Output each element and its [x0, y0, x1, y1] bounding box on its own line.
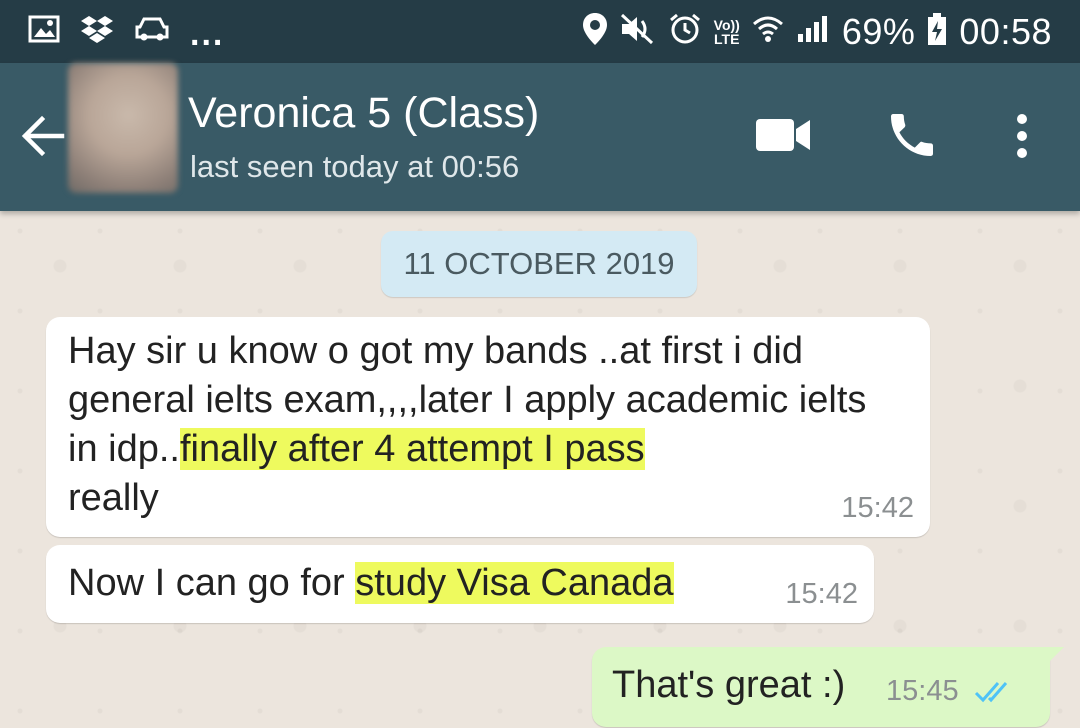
- message-text: Now I can go for study Visa Canada: [68, 559, 674, 608]
- read-receipt-icon: [974, 679, 1018, 705]
- message-timestamp: 15:42: [785, 578, 858, 610]
- message-bubble-incoming[interactable]: Now I can go for study Visa Canada 15:42: [46, 545, 874, 623]
- status-overflow-dots: ...: [190, 15, 225, 53]
- message-text-segment: Now I can go for: [68, 562, 356, 604]
- status-clock: 00:58: [959, 10, 1052, 52]
- chat-area[interactable]: 11 OCTOBER 2019 Hay sir u know o got my …: [0, 211, 1080, 728]
- video-call-icon[interactable]: [754, 115, 814, 155]
- location-icon: [582, 12, 608, 51]
- date-chip: 11 OCTOBER 2019: [381, 231, 697, 297]
- contact-name[interactable]: Veronica 5 (Class): [188, 89, 539, 138]
- car-icon: [134, 15, 170, 48]
- bubble-tail: [1048, 647, 1064, 663]
- volte-icon: Vo)) LTE: [713, 16, 740, 47]
- message-timestamp: 15:45: [886, 675, 959, 707]
- status-bar-right: Vo)) LTE 69% 00:58: [570, 11, 1052, 53]
- signal-icon: [796, 14, 830, 49]
- status-bar-left: ...: [28, 9, 244, 54]
- message-text: That's great :): [612, 664, 846, 706]
- highlighted-text: finally after 4 attempt I pass: [179, 428, 645, 470]
- last-seen-status: last seen today at 00:56: [190, 149, 520, 184]
- contact-avatar[interactable]: [68, 63, 178, 193]
- chat-header: Veronica 5 (Class) last seen today at 00…: [0, 63, 1080, 211]
- dropbox-icon: [80, 14, 114, 49]
- alarm-icon: [668, 12, 702, 51]
- battery-icon: [927, 12, 947, 51]
- battery-percent: 69%: [841, 10, 916, 52]
- wifi-icon: [752, 14, 784, 49]
- more-options-icon[interactable]: [1008, 111, 1036, 161]
- message-text: Hay sir u know o got my bands ..at first…: [68, 327, 898, 523]
- message-timestamp: 15:42: [841, 492, 914, 524]
- phone-call-icon[interactable]: [884, 107, 940, 163]
- message-bubble-incoming[interactable]: Hay sir u know o got my bands ..at first…: [46, 317, 930, 537]
- gallery-icon: [28, 15, 60, 48]
- mute-icon: [620, 13, 656, 50]
- status-bar: ... Vo)) LTE 69% 00:58: [0, 0, 1080, 63]
- message-bubble-outgoing[interactable]: That's great :) 15:45: [592, 647, 1064, 727]
- highlighted-text: study Visa Canada: [355, 562, 674, 604]
- message-text-segment: really: [68, 477, 159, 519]
- back-arrow-icon[interactable]: [18, 111, 68, 161]
